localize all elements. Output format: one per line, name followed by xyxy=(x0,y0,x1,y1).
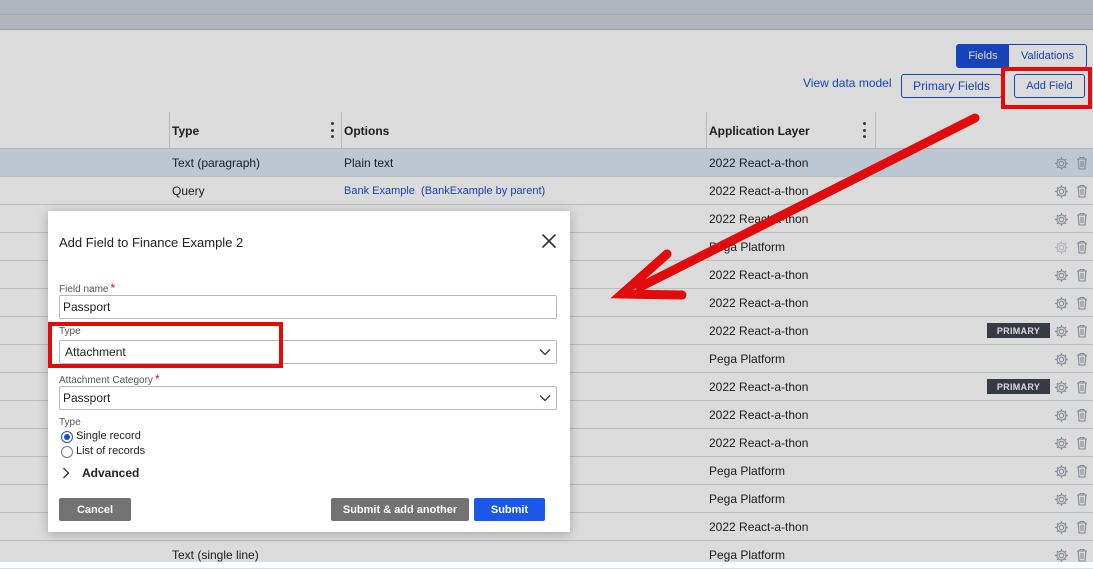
advanced-section-toggle[interactable]: Advanced xyxy=(62,465,139,481)
advanced-label: Advanced xyxy=(82,466,140,480)
close-icon[interactable] xyxy=(541,233,557,249)
field-name-label: Field name * xyxy=(59,281,116,295)
submit-button[interactable]: Submit xyxy=(474,498,545,521)
field-name-input[interactable]: Passport xyxy=(59,295,557,319)
cancel-button[interactable]: Cancel xyxy=(59,498,131,521)
annotation-highlight-type xyxy=(48,322,283,368)
list-of-records-label[interactable]: List of records xyxy=(76,445,145,457)
submit-and-add-another-button[interactable]: Submit & add another xyxy=(331,498,469,521)
add-field-dialog: Add Field to Finance Example 2 Field nam… xyxy=(48,211,570,532)
chevron-down-icon xyxy=(539,349,551,356)
record-type-label: Type xyxy=(59,417,81,428)
annotation-highlight-add-field xyxy=(1001,67,1092,109)
chevron-down-icon xyxy=(539,395,551,402)
chevron-right-icon xyxy=(63,467,70,479)
attachment-category-label: Attachment Category * xyxy=(59,372,160,386)
attachment-category-select[interactable]: Passport xyxy=(59,386,557,410)
single-record-label[interactable]: Single record xyxy=(76,430,141,442)
list-of-records-radio[interactable] xyxy=(61,446,73,458)
dialog-title: Add Field to Finance Example 2 xyxy=(59,235,244,250)
single-record-radio[interactable] xyxy=(61,431,73,443)
attachment-category-value: Passport xyxy=(63,391,111,405)
